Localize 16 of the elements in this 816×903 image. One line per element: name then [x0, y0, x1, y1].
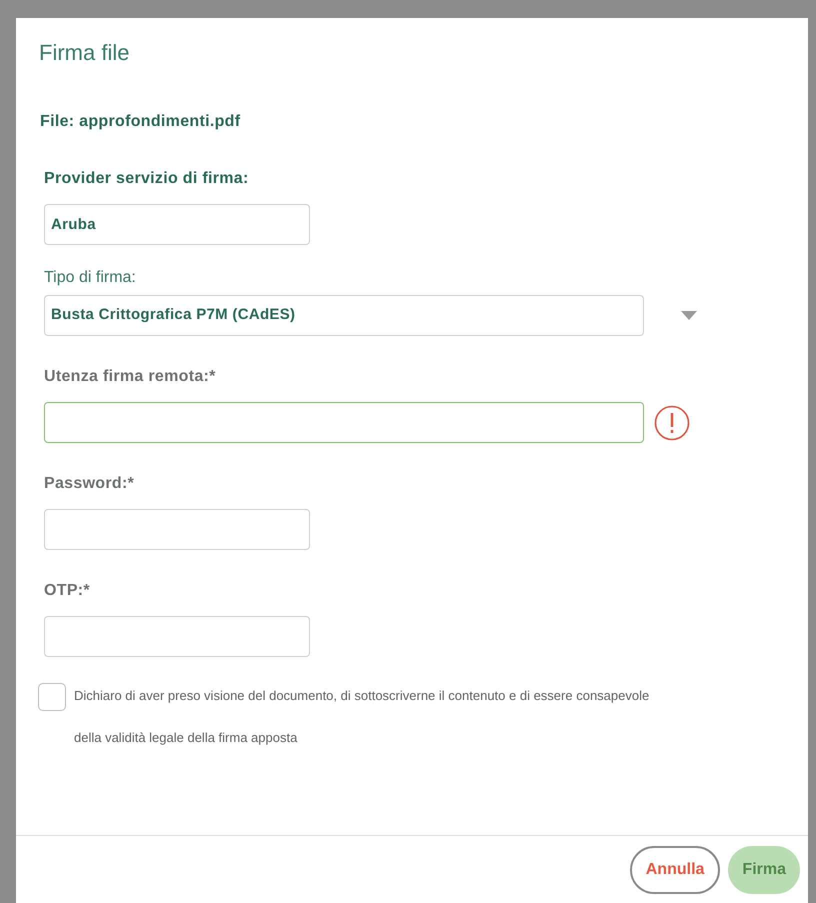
field-label: OTP:* — [44, 581, 91, 601]
dialog-title: Firma file — [39, 40, 130, 66]
field-label: Utenza firma remota:* — [44, 367, 217, 387]
input-field[interactable] — [44, 402, 644, 443]
signature-type-select[interactable]: Busta Crittografica P7M (CAdES) — [44, 295, 644, 336]
input-field[interactable] — [44, 509, 310, 550]
field-label: Provider servizio di firma: — [44, 169, 250, 189]
cancel-button[interactable]: Annulla — [630, 846, 720, 894]
field-label: Password:* — [44, 474, 136, 494]
checkbox[interactable] — [38, 683, 66, 711]
input-field[interactable] — [44, 616, 310, 657]
file-name: File: approfondimenti.pdf — [40, 112, 242, 132]
input-field[interactable]: Aruba — [44, 204, 310, 245]
declaration-text: Dichiaro di aver preso visione del documento, di sottoscriverne il contenuto e di essere consapevole della validità legale della firma apposta — [74, 687, 650, 747]
dropdown-caret-icon[interactable] — [681, 311, 697, 320]
field-label: Tipo di firma: — [44, 268, 137, 288]
